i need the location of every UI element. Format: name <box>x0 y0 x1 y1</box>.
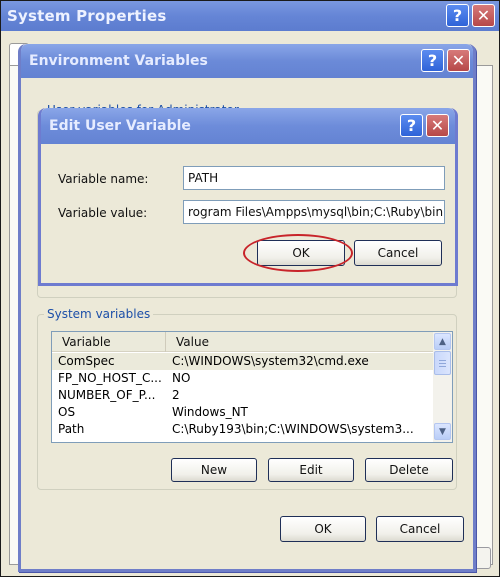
scroll-down-button[interactable]: ▼ <box>434 423 451 440</box>
close-icon: ✕ <box>476 5 491 25</box>
cancel-button[interactable]: Cancel <box>354 240 442 266</box>
value-cell: C:\Ruby193\bin;C:\WINDOWS\system3... <box>172 422 414 436</box>
table-row[interactable]: ComSpec C:\WINDOWS\system32\cmd.exe <box>52 353 434 370</box>
close-button[interactable]: ✕ <box>447 49 470 72</box>
edit-user-variable-title: Edit User Variable <box>49 118 191 134</box>
variable-cell: FP_NO_HOST_C... <box>58 371 162 385</box>
ok-button[interactable]: OK <box>280 516 366 542</box>
variable-cell: NUMBER_OF_P... <box>58 388 156 402</box>
column-header-variable[interactable]: Variable <box>52 332 166 352</box>
edit-button[interactable]: Edit <box>268 458 354 482</box>
value-cell: NO <box>172 371 191 385</box>
delete-button[interactable]: Delete <box>365 458 453 482</box>
value-cell: C:\WINDOWS\system32\cmd.exe <box>172 354 369 368</box>
help-icon: ? <box>406 115 417 135</box>
system-variables-list[interactable]: Variable Value ComSpec C:\WINDOWS\system… <box>51 331 453 443</box>
variable-name-field[interactable]: PATH <box>183 166 445 190</box>
chevron-up-icon: ▲ <box>439 336 446 347</box>
close-button[interactable]: ✕ <box>426 114 449 137</box>
new-button[interactable]: New <box>171 458 257 482</box>
variable-name-label: Variable name: <box>58 172 149 186</box>
help-button[interactable]: ? <box>446 4 469 27</box>
ok-label: OK <box>314 522 332 536</box>
help-button[interactable]: ? <box>421 49 444 72</box>
table-row[interactable]: OS Windows_NT <box>52 404 434 421</box>
edit-label: Edit <box>299 463 323 477</box>
grip-icon <box>439 359 446 367</box>
variable-value-label: Variable value: <box>58 206 148 220</box>
system-variables-label: System variables <box>44 307 154 321</box>
new-label: New <box>200 463 228 477</box>
help-icon: ? <box>452 5 463 25</box>
value-cell: 2 <box>172 388 180 402</box>
cancel-label: Cancel <box>399 522 441 536</box>
system-properties-title: System Properties <box>7 7 167 25</box>
environment-variables-titlebar[interactable]: Environment Variables ? ✕ <box>21 44 473 78</box>
list-header: Variable Value <box>52 332 434 352</box>
cancel-label: Cancel <box>377 246 419 260</box>
close-icon: ✕ <box>430 115 445 135</box>
variable-cell: Path <box>58 422 85 436</box>
table-row[interactable]: Path C:\Ruby193\bin;C:\WINDOWS\system3..… <box>52 421 434 438</box>
table-row[interactable]: FP_NO_HOST_C... NO <box>52 370 434 387</box>
variable-cell: OS <box>58 405 76 419</box>
edit-user-variable-window: Edit User Variable ? ✕ Variable name: PA… <box>38 108 458 286</box>
delete-label: Delete <box>389 463 429 477</box>
ok-button[interactable]: OK <box>257 240 345 266</box>
variable-cell: ComSpec <box>58 354 115 368</box>
cancel-button[interactable]: Cancel <box>376 516 464 542</box>
help-button[interactable]: ? <box>400 114 423 137</box>
ok-label: OK <box>292 246 310 260</box>
table-row[interactable]: NUMBER_OF_P... 2 <box>52 387 434 404</box>
environment-variables-title: Environment Variables <box>29 53 208 69</box>
vertical-scrollbar[interactable]: ▲ ▼ <box>433 332 452 442</box>
help-icon: ? <box>427 50 438 70</box>
close-button[interactable]: ✕ <box>472 4 495 27</box>
scroll-up-button[interactable]: ▲ <box>434 333 451 350</box>
system-properties-titlebar[interactable]: System Properties ? ✕ <box>1 1 499 31</box>
scroll-thumb[interactable] <box>434 351 451 375</box>
value-cell: Windows_NT <box>172 405 248 419</box>
edit-user-variable-titlebar[interactable]: Edit User Variable ? ✕ <box>41 108 455 144</box>
chevron-down-icon: ▼ <box>439 426 446 437</box>
variable-value-field[interactable]: rogram Files\Ampps\mysql\bin;C:\Ruby\bin <box>183 200 445 224</box>
column-header-value[interactable]: Value <box>166 332 209 352</box>
close-icon: ✕ <box>451 50 466 70</box>
